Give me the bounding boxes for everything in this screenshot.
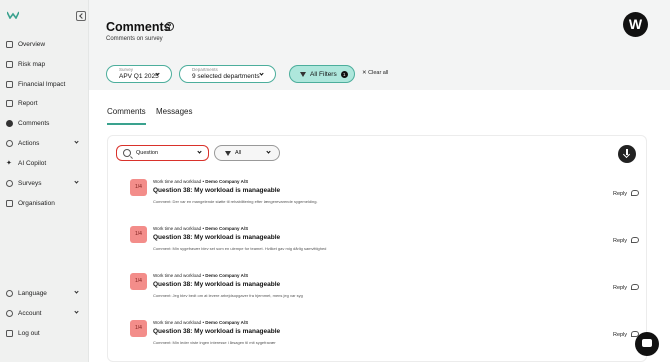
tab-messages[interactable]: Messages [156, 107, 192, 116]
map-icon [6, 60, 13, 68]
avatar: 1/4 [130, 320, 147, 337]
sidebar-item-financial-impact[interactable]: Financial Impact [6, 77, 84, 91]
reply-button[interactable]: Reply [613, 191, 627, 197]
comment-question: Question 38: My workload is manageable [153, 328, 281, 335]
comment-question: Question 38: My workload is manageable [153, 281, 281, 288]
sidebar-item-ai-copilot[interactable]: ✦ AI Copilot [6, 156, 84, 170]
comment-meta: Work time and workload • Demo Company A/… [153, 320, 249, 325]
chevron-down-icon [74, 179, 79, 184]
chevron-down-icon [74, 289, 79, 294]
clear-all-link[interactable]: ✕ Clear all [362, 70, 388, 76]
download-button[interactable] [618, 145, 636, 163]
question-select-value: Question [136, 150, 159, 156]
list-item: 1/4 Work time and workload • Demo Compan… [130, 179, 640, 219]
sidebar-item-log-out[interactable]: Log out [6, 326, 84, 340]
list-item: 1/4 Work time and workload • Demo Compan… [130, 226, 640, 266]
list-item: 1/4 Work time and workload • Demo Compan… [130, 320, 640, 360]
reply-icon[interactable] [631, 190, 639, 196]
search-icon [123, 149, 131, 157]
company-logo: W [623, 12, 648, 37]
filter-icon [225, 151, 231, 156]
document-icon [6, 80, 13, 88]
brand-logo-icon[interactable] [7, 11, 19, 19]
actions-icon [6, 139, 13, 147]
survey-select[interactable]: Survey APV Q1 2025 [106, 65, 172, 83]
comment-text: Comment: Min leder viste ingen interesse… [153, 340, 276, 345]
logout-icon [6, 329, 13, 337]
list-item: 1/4 Work time and workload • Demo Compan… [130, 273, 640, 313]
chevron-down-icon [259, 71, 264, 76]
survey-icon [6, 179, 13, 187]
avatar: 1/4 [130, 273, 147, 290]
question-select[interactable]: Question [116, 145, 209, 161]
comment-filter-select[interactable]: All [214, 145, 280, 161]
chevron-down-icon [74, 139, 79, 144]
comment-icon [6, 119, 13, 127]
globe-icon [6, 289, 13, 297]
help-icon[interactable]: ? [165, 22, 174, 31]
sidebar-item-overview[interactable]: Overview [6, 37, 84, 51]
sidebar-item-comments[interactable]: Comments [6, 116, 84, 130]
comment-meta: Work time and workload • Demo Company A/… [153, 273, 249, 278]
reply-button[interactable]: Reply [613, 238, 627, 244]
filter-count-badge: 1 [340, 70, 348, 78]
user-icon [6, 309, 13, 317]
organisation-icon [6, 199, 13, 207]
sidebar-item-actions[interactable]: Actions [6, 136, 84, 150]
active-tab-indicator [107, 123, 146, 125]
reply-icon[interactable] [631, 237, 639, 243]
tab-comments[interactable]: Comments [107, 107, 146, 116]
comment-meta: Work time and workload • Demo Company A/… [153, 179, 249, 184]
sidebar: Overview Risk map Financial Impact Repor… [0, 0, 89, 362]
sidebar-item-organisation[interactable]: Organisation [6, 196, 84, 210]
grid-icon [6, 40, 13, 48]
sidebar-item-report[interactable]: Report [6, 96, 84, 110]
report-icon [6, 99, 13, 107]
page-subtitle: Comments on survey [106, 36, 163, 42]
all-filters-label: All Filters [310, 70, 337, 78]
avatar: 1/4 [130, 179, 147, 196]
departments-select[interactable]: Departments 9 selected departments [179, 65, 276, 83]
page-title: Comments [106, 20, 171, 34]
reply-icon[interactable] [631, 284, 639, 290]
comment-filter-value: All [235, 150, 242, 156]
all-filters-button[interactable]: All Filters 1 [289, 65, 355, 83]
sparkle-icon: ✦ [6, 159, 12, 167]
chevron-down-icon [74, 309, 79, 314]
comment-question: Question 38: My workload is manageable [153, 187, 281, 194]
sidebar-item-risk-map[interactable]: Risk map [6, 57, 84, 71]
departments-label: Departments [192, 67, 218, 72]
sidebar-item-language[interactable]: Language [6, 286, 84, 300]
comment-text: Comment: Min sygefravær blev set som en … [153, 246, 327, 251]
survey-value: APV Q1 2025 [119, 73, 159, 80]
survey-label: Survey [119, 67, 134, 72]
comment-text: Comment: Der var en mangelende støtte ti… [153, 199, 318, 204]
reply-button[interactable]: Reply [613, 285, 627, 291]
chevron-down-icon [197, 149, 202, 154]
chat-support-button[interactable] [635, 332, 659, 356]
avatar: 1/4 [130, 226, 147, 243]
chevron-down-icon [266, 149, 271, 154]
collapse-sidebar-icon[interactable] [76, 11, 86, 21]
comment-meta: Work time and workload • Demo Company A/… [153, 226, 249, 231]
reply-button[interactable]: Reply [613, 332, 627, 338]
sidebar-item-account[interactable]: Account [6, 306, 84, 320]
filter-icon [300, 71, 306, 77]
departments-value: 9 selected departments [192, 73, 260, 80]
sidebar-item-surveys[interactable]: Surveys [6, 176, 84, 190]
comment-question: Question 38: My workload is manageable [153, 234, 281, 241]
comment-text: Comment: Jeg blev bedt om at levere arbe… [153, 293, 303, 298]
